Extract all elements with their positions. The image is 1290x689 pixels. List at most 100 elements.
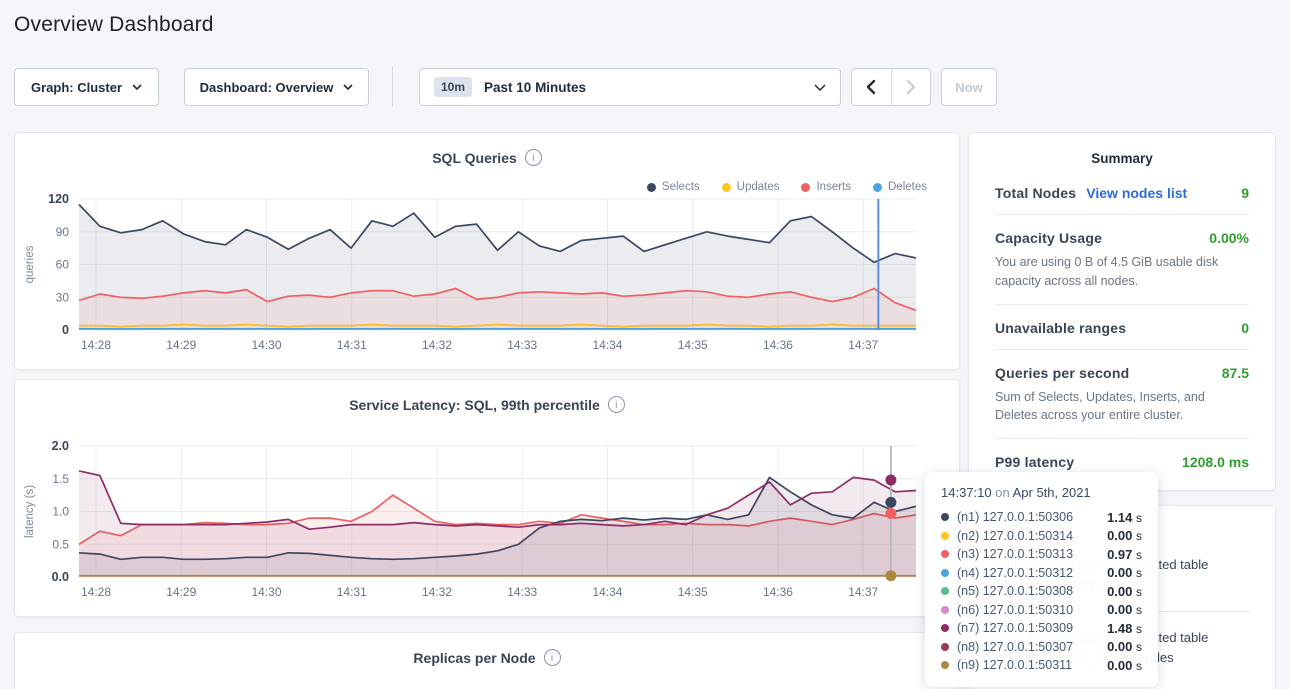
- dashboard-dropdown-label: Dashboard: Overview: [200, 80, 334, 95]
- info-icon[interactable]: i: [544, 649, 561, 666]
- summary-subtext: Sum of Selects, Updates, Inserts, and De…: [995, 388, 1249, 426]
- sql-queries-legend: Selects Updates Inserts Deletes: [647, 181, 927, 193]
- next-time-button[interactable]: [891, 69, 930, 105]
- svg-text:14:33: 14:33: [507, 585, 537, 599]
- replicas-chart-title: Replicas per Node: [413, 650, 535, 666]
- svg-text:30: 30: [56, 290, 70, 304]
- svg-text:latency (s): latency (s): [24, 485, 36, 538]
- node-color-dot: [941, 606, 949, 614]
- series-color-dot: [873, 183, 882, 192]
- tooltip-row: (n1) 127.0.0.1:503061.14 s: [941, 508, 1142, 527]
- summary-label: Queries per second: [995, 365, 1129, 381]
- page-title: Overview Dashboard: [14, 13, 214, 37]
- svg-text:14:31: 14:31: [337, 585, 367, 599]
- node-color-dot: [941, 569, 949, 577]
- graph-scope-dropdown[interactable]: Graph: Cluster: [14, 68, 159, 106]
- service-latency-chart-title: Service Latency: SQL, 99th percentile: [349, 397, 600, 413]
- summary-value: 0: [1241, 320, 1249, 336]
- tooltip-row: (n2) 127.0.0.1:503140.00 s: [941, 527, 1142, 546]
- node-color-dot: [941, 643, 949, 651]
- series-color-dot: [722, 183, 731, 192]
- legend-item-selects[interactable]: Selects: [647, 181, 700, 193]
- svg-text:14:32: 14:32: [422, 585, 452, 599]
- summary-row-total-nodes: Total Nodes View nodes list 9: [995, 170, 1249, 215]
- summary-panel: Summary Total Nodes View nodes list 9 Ca…: [968, 132, 1276, 491]
- tooltip-row: (n3) 127.0.0.1:503130.97 s: [941, 545, 1142, 564]
- svg-text:14:37: 14:37: [848, 338, 878, 352]
- svg-text:14:29: 14:29: [166, 338, 196, 352]
- tooltip-timestamp: 14:37:10 on Apr 5th, 2021: [941, 485, 1142, 500]
- time-range-selector[interactable]: 10m Past 10 Minutes: [419, 68, 841, 106]
- overview-dashboard-page: Overview Dashboard Graph: Cluster Dashbo…: [0, 0, 1290, 689]
- svg-text:0: 0: [62, 323, 69, 337]
- prev-time-button[interactable]: [852, 69, 891, 105]
- chevron-right-icon: [906, 79, 916, 95]
- svg-text:2.0: 2.0: [52, 440, 69, 453]
- svg-text:1.5: 1.5: [52, 472, 69, 486]
- legend-item-inserts[interactable]: Inserts: [801, 181, 851, 193]
- svg-text:0.0: 0.0: [52, 570, 69, 584]
- summary-value: 1208.0 ms: [1182, 454, 1249, 470]
- time-range-label: Past 10 Minutes: [484, 80, 586, 95]
- svg-text:0.5: 0.5: [52, 537, 69, 551]
- svg-text:14:34: 14:34: [592, 585, 622, 599]
- graph-scope-dropdown-label: Graph: Cluster: [31, 80, 122, 95]
- node-color-dot: [941, 532, 949, 540]
- svg-text:90: 90: [56, 225, 70, 239]
- svg-text:14:33: 14:33: [507, 338, 537, 352]
- svg-text:14:35: 14:35: [678, 338, 708, 352]
- node-color-dot: [941, 513, 949, 521]
- chevron-left-icon: [866, 79, 876, 95]
- node-color-dot: [941, 550, 949, 558]
- tooltip-row: (n7) 127.0.0.1:503091.48 s: [941, 619, 1142, 638]
- summary-subtext: You are using 0 B of 4.5 GiB usable disk…: [995, 253, 1249, 291]
- svg-text:14:31: 14:31: [337, 338, 367, 352]
- summary-row-capacity-usage: Capacity Usage 0.00% You are using 0 B o…: [995, 215, 1249, 305]
- summary-value: 87.5: [1222, 365, 1249, 381]
- series-color-dot: [801, 183, 810, 192]
- legend-item-deletes[interactable]: Deletes: [873, 181, 927, 193]
- svg-text:14:30: 14:30: [251, 585, 281, 599]
- svg-text:14:28: 14:28: [81, 585, 111, 599]
- svg-text:14:36: 14:36: [763, 585, 793, 599]
- svg-text:14:35: 14:35: [678, 585, 708, 599]
- service-latency-card: Service Latency: SQL, 99th percentile i …: [14, 379, 960, 617]
- chevron-down-icon: [343, 84, 353, 90]
- svg-text:14:28: 14:28: [81, 338, 111, 352]
- summary-panel-title: Summary: [969, 133, 1275, 166]
- svg-text:14:30: 14:30: [251, 338, 281, 352]
- dashboard-dropdown[interactable]: Dashboard: Overview: [184, 68, 369, 106]
- info-icon[interactable]: i: [525, 149, 542, 166]
- summary-value: 9: [1241, 185, 1249, 201]
- sql-queries-chart-title: SQL Queries: [432, 150, 517, 166]
- tooltip-row: (n4) 127.0.0.1:503120.00 s: [941, 564, 1142, 583]
- svg-text:1.0: 1.0: [52, 505, 69, 519]
- replicas-per-node-card: Replicas per Node i: [14, 632, 960, 689]
- summary-label: Total Nodes: [995, 185, 1076, 201]
- now-button[interactable]: Now: [941, 68, 997, 106]
- svg-text:120: 120: [48, 193, 69, 206]
- svg-text:queries: queries: [24, 245, 36, 283]
- svg-text:14:37: 14:37: [848, 585, 878, 599]
- chart-hover-tooltip: 14:37:10 on Apr 5th, 2021 (n1) 127.0.0.1…: [925, 472, 1158, 687]
- chevron-down-icon: [132, 84, 142, 90]
- tooltip-row: (n6) 127.0.0.1:503100.00 s: [941, 601, 1142, 620]
- controls-divider: [392, 66, 393, 107]
- tooltip-row: (n9) 127.0.0.1:503110.00 s: [941, 656, 1142, 675]
- node-color-dot: [941, 624, 949, 632]
- svg-text:14:36: 14:36: [763, 338, 793, 352]
- service-latency-chart[interactable]: 14:2814:2914:3014:3114:3214:3314:3414:35…: [15, 440, 961, 605]
- svg-text:14:34: 14:34: [592, 338, 622, 352]
- info-icon[interactable]: i: [608, 396, 625, 413]
- summary-value: 0.00%: [1209, 230, 1249, 246]
- summary-label: Capacity Usage: [995, 230, 1102, 246]
- time-range-badge: 10m: [434, 77, 472, 97]
- node-color-dot: [941, 661, 949, 669]
- summary-row-unavailable-ranges: Unavailable ranges 0: [995, 305, 1249, 350]
- time-step-buttons: [851, 68, 931, 106]
- svg-text:14:32: 14:32: [422, 338, 452, 352]
- sql-queries-chart[interactable]: 14:28 14:29 14:30 14:31 14:32 14:33 14:34 14:35…: [15, 193, 961, 358]
- view-nodes-list-link[interactable]: View nodes list: [1086, 185, 1187, 201]
- legend-item-updates[interactable]: Updates: [722, 181, 780, 193]
- tooltip-row: (n8) 127.0.0.1:503070.00 s: [941, 638, 1142, 657]
